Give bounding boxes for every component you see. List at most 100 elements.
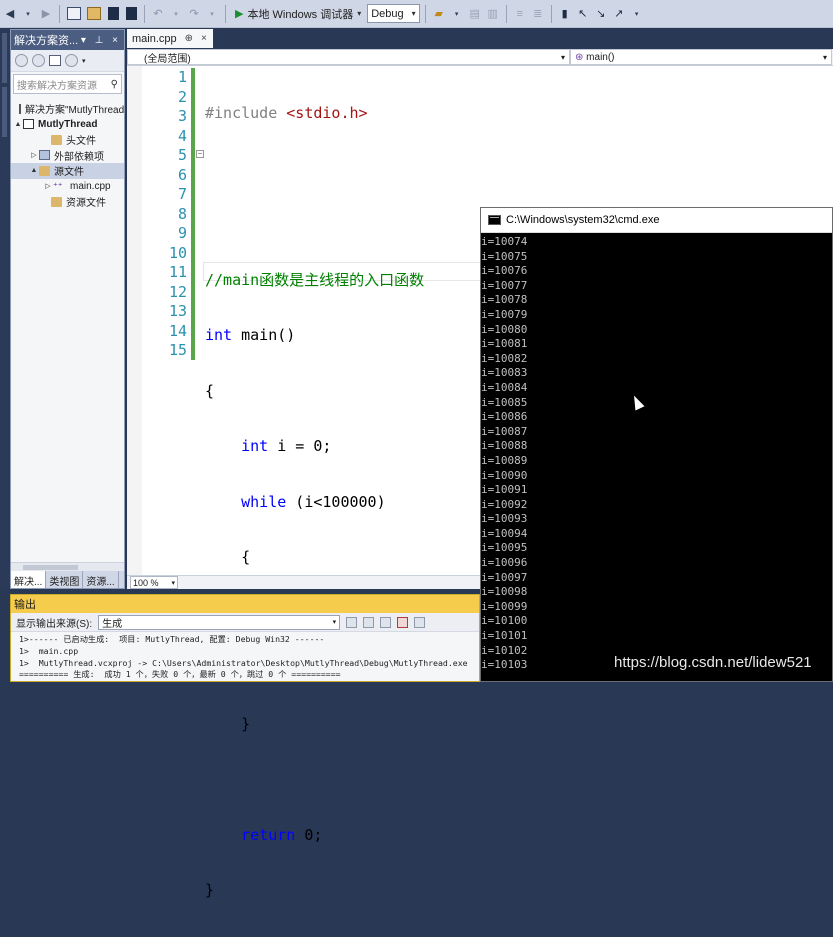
console-line: i=10094 [481, 526, 528, 540]
back-icon[interactable] [15, 54, 28, 67]
tree-item[interactable]: ▷ 外部依赖项 [11, 148, 124, 164]
find-message-icon[interactable] [346, 616, 358, 628]
toolbar-overflow-icon[interactable]: ▾ [629, 4, 645, 24]
source-code[interactable]: #include <stdio.h> //main函数是主线程的入口函数 int… [205, 68, 458, 937]
tree-item-label: 外部依赖项 [54, 151, 104, 163]
console-line: i=10079 [481, 307, 528, 321]
code-line: int main() [205, 326, 296, 344]
find-dropdown-icon[interactable]: ▾ [449, 4, 465, 24]
previous-message-icon[interactable] [363, 616, 375, 628]
cmd-title-bar[interactable]: C:\Windows\system32\cmd.exe [481, 208, 832, 233]
console-line: i=10088 [481, 439, 528, 453]
close-icon[interactable]: × [201, 33, 207, 44]
project-icon [23, 119, 34, 130]
uncomment-icon[interactable]: ≣ [530, 4, 546, 24]
console-line: i=10100 [481, 614, 528, 628]
solution-explorer-title-bar[interactable]: 解决方案资... ▾ ⊥ × [11, 30, 124, 50]
output-title-bar[interactable]: 输出 [11, 595, 479, 613]
toolbar-separator [144, 4, 145, 23]
zoom-dropdown[interactable]: 100 % ▾ [130, 576, 178, 589]
panel-tab[interactable]: 资源... [83, 571, 119, 588]
solution-config-select[interactable]: Debug ▾ [367, 4, 420, 23]
folder-icon [51, 196, 62, 207]
chevron-down-icon: ▾ [171, 579, 175, 587]
forward-icon[interactable]: ▶ [38, 4, 54, 24]
zoom-value: 100 % [133, 577, 159, 588]
comment-icon[interactable]: ≡ [512, 4, 528, 24]
expander-icon[interactable]: ▷ [29, 151, 39, 159]
new-project-icon[interactable] [65, 4, 83, 24]
format-icon[interactable]: ▤ [467, 4, 483, 24]
tab-label: main.cpp [132, 32, 177, 45]
chevron-down-icon: ▾ [411, 9, 416, 18]
expander-icon[interactable]: ▲ [29, 167, 39, 174]
panel-controls-icon[interactable]: ▾ ⊥ × [81, 35, 121, 46]
console-line: i=10093 [481, 512, 528, 526]
scope-value: (全局范围) [144, 53, 191, 65]
console-line: i=10089 [481, 453, 528, 467]
cmd-output[interactable]: i=10074 i=10075 i=10076 i=10077 i=10078 i=100… [481, 233, 832, 673]
start-debugging-button[interactable]: ▶ 本地 Windows 调试器 ▾ [231, 4, 365, 24]
tree-item[interactable]: ▲ MutlyThread [11, 117, 124, 133]
horizontal-scrollbar[interactable] [11, 562, 124, 571]
console-line: i=10101 [481, 629, 528, 643]
home-icon[interactable] [49, 55, 61, 66]
code-line: { [205, 381, 215, 400]
tree-item[interactable]: ▲ 源文件 [11, 163, 124, 179]
save-all-icon[interactable] [123, 4, 139, 24]
cmd-title: C:\Windows\system32\cmd.exe [506, 214, 660, 226]
redo-dropdown-icon[interactable]: ▾ [204, 4, 220, 24]
member-dropdown[interactable]: ⊛ main() ▾ [570, 49, 832, 65]
tree-item[interactable]: ▷ ⁺⁺ main.cpp [11, 179, 124, 195]
document-tab-strip: main.cpp ⊕ × [127, 29, 833, 48]
bookmark-icon[interactable]: ▮ [557, 4, 573, 24]
next-bookmark-icon[interactable]: ↘ [593, 4, 609, 24]
solution-explorer-toolbar: ▾ [11, 50, 124, 72]
next-message-icon[interactable] [380, 616, 392, 628]
format-alt-icon[interactable]: ▥ [485, 4, 501, 24]
toolbox-strip[interactable] [0, 29, 9, 589]
chevron-down-icon[interactable]: ▾ [82, 57, 86, 65]
expander-icon[interactable]: ▷ [43, 182, 53, 190]
code-line: } [205, 881, 215, 899]
panel-tab[interactable]: 解决... [11, 571, 47, 588]
tab-main-cpp[interactable]: main.cpp ⊕ × [127, 29, 213, 48]
scope-dropdown[interactable]: (全局范围) ▾ [127, 49, 570, 65]
line-number: 2 [177, 87, 187, 106]
tree-item[interactable]: 解决方案"MutlyThread" [11, 101, 124, 117]
clear-all-icon[interactable] [397, 616, 409, 628]
line-number: 13 [168, 302, 187, 320]
toolbar-separator [505, 4, 507, 23]
line-number: 3 [177, 107, 187, 125]
find-in-files-icon[interactable]: ▰ [431, 4, 447, 24]
forward-icon[interactable] [32, 54, 45, 67]
undo-icon[interactable]: ↶ [150, 4, 166, 24]
tree-item[interactable]: 资源文件 [11, 194, 124, 210]
cpp-file-icon: ⁺⁺ [53, 181, 63, 192]
output-line: 1> MutlyThread.vcxproj -> C:\Users\Admin… [19, 657, 468, 668]
back-icon[interactable]: ◀ [2, 4, 18, 24]
tree-item[interactable]: 头文件 [11, 132, 124, 148]
line-number: 6 [177, 165, 187, 184]
back-dropdown-icon[interactable]: ▾ [20, 4, 36, 24]
panel-tab[interactable]: 类视图 [46, 571, 84, 588]
collapse-icon[interactable]: − [196, 150, 204, 158]
undo-dropdown-icon[interactable]: ▾ [168, 4, 184, 24]
redo-icon[interactable]: ↷ [186, 4, 202, 24]
prev-bookmark-icon[interactable]: ↖ [575, 4, 591, 24]
output-source-select[interactable]: 生成 ▾ [98, 614, 341, 630]
solution-search-input[interactable]: 搜索解决方案资源 ⚲ [13, 74, 122, 94]
open-file-icon[interactable] [85, 4, 103, 24]
console-line: i=10095 [481, 541, 528, 555]
code-line: return 0; [241, 825, 323, 844]
cmd-window[interactable]: C:\Windows\system32\cmd.exe i=10074 i=100… [480, 207, 833, 682]
pin-icon[interactable]: ⊕ [185, 33, 193, 44]
expander-icon[interactable]: ▲ [13, 121, 23, 128]
solution-config-value: Debug [371, 7, 404, 20]
play-icon: ▶ [235, 8, 244, 20]
output-text[interactable]: 1>------ 已启动生成: 项目: MutlyThread, 配置: Deb… [11, 632, 479, 681]
save-icon[interactable] [105, 4, 121, 24]
word-wrap-icon[interactable] [414, 616, 426, 628]
sync-icon[interactable] [65, 54, 78, 67]
clear-bookmarks-icon[interactable]: ↗ [611, 4, 627, 24]
